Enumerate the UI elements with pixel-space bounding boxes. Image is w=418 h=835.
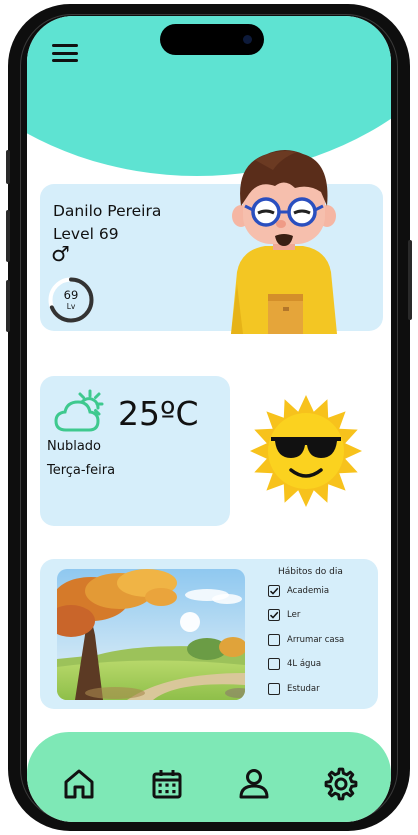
habits-card: Hábitos do dia Academia Ler Arrumar casa 4L… — [40, 559, 378, 709]
level-unit: Lv — [66, 302, 76, 311]
profile-level: Level 69 — [53, 225, 119, 243]
phone-button-volume-down — [6, 280, 10, 332]
menu-line — [52, 59, 78, 62]
user-icon[interactable] — [236, 766, 272, 802]
checkbox-checked[interactable] — [268, 609, 280, 621]
checkbox-checked[interactable] — [268, 585, 280, 597]
dynamic-island — [160, 24, 264, 55]
habit-label: Academia — [287, 586, 330, 596]
habit-label: Arrumar casa — [287, 635, 345, 645]
level-progress-ring: 69 Lv — [47, 276, 97, 326]
checkbox-unchecked[interactable] — [268, 658, 280, 670]
front-camera — [243, 35, 252, 44]
habit-label: Ler — [287, 610, 301, 620]
home-icon[interactable] — [61, 766, 97, 802]
weekday: Terça-feira — [47, 463, 116, 478]
weather-condition: Nublado — [47, 439, 101, 454]
habit-label: 4L água — [287, 659, 322, 669]
calendar-icon[interactable] — [149, 766, 185, 802]
bottom-navigation — [27, 732, 391, 822]
sun-sunglasses-illustration — [250, 395, 362, 507]
temperature: 25ºC — [118, 394, 199, 433]
habit-label: Estudar — [287, 684, 320, 694]
autumn-landscape-image — [57, 569, 245, 700]
avatar-character-illustration — [231, 150, 337, 334]
hamburger-menu-icon[interactable] — [52, 44, 78, 64]
habits-title: Hábitos do dia — [278, 567, 343, 577]
profile-name: Danilo Pereira — [53, 202, 162, 220]
checkbox-unchecked[interactable] — [268, 634, 280, 646]
checkbox-unchecked[interactable] — [268, 683, 280, 695]
phone-button-power — [408, 240, 412, 320]
menu-line — [52, 51, 78, 55]
sun-cloud-icon — [54, 389, 104, 432]
menu-line — [52, 44, 78, 47]
settings-gear-icon[interactable] — [323, 766, 359, 802]
gender-male-icon: ♂ — [51, 242, 70, 266]
phone-button-action — [6, 150, 10, 184]
level-number: 69 — [63, 288, 79, 302]
app-screen: Danilo Pereira Level 69 ♂ 69 Lv 25ºC Nub… — [27, 16, 391, 822]
weather-card: 25ºC Nublado Terça-feira — [40, 376, 230, 526]
phone-button-volume-up — [6, 210, 10, 262]
